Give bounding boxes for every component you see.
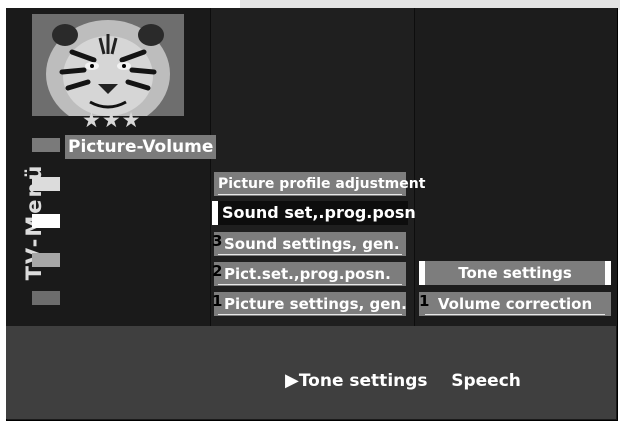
menu-item-label: Picture profile adjustment <box>218 176 426 192</box>
menu-item-underline <box>218 284 402 285</box>
volume-chip-1 <box>32 138 60 152</box>
submenu-item-volume-correction[interactable]: 1 Volume correction <box>419 292 611 316</box>
preview-thumbnail <box>32 14 184 116</box>
menu-item-label: Pict.set.,prog.posn. <box>224 265 391 283</box>
play-arrow-icon: ▶ <box>285 370 299 391</box>
menu-item-sound-set-prog-posn[interactable]: Sound set,.prog.posn <box>212 201 416 225</box>
menu-item-underline <box>218 194 402 195</box>
volume-chip-2 <box>32 177 60 191</box>
menu-item-pict-set-prog-posn[interactable]: 2 Pict.set.,prog.posn. <box>212 262 406 286</box>
menu-item-label: Sound settings, gen. <box>224 235 400 253</box>
volume-chip-3 <box>32 214 60 228</box>
status-text: ▶Tone settings Speech <box>285 370 521 391</box>
status-next: Speech <box>451 371 521 391</box>
rating-stars: ★★★ <box>82 108 142 132</box>
submenu-item-label: Tone settings <box>458 264 572 282</box>
status-current: Tone settings <box>298 371 428 391</box>
submenu-item-underline <box>425 314 605 315</box>
menu-item-picture-profile[interactable]: Picture profile adjustment <box>214 172 425 196</box>
tv-screen: ★★★ TV-Menü Picture-Volume Picture profi… <box>0 0 620 425</box>
menu-item-number: 2 <box>212 262 223 280</box>
submenu-item-number: 1 <box>419 292 430 310</box>
menu-item-number: 1 <box>212 292 223 310</box>
volume-chip-5 <box>32 291 60 305</box>
menu-item-underline <box>218 254 402 255</box>
menu-item-sound-settings[interactable]: 3 Sound settings, gen. <box>212 232 406 256</box>
menu-item-underline <box>218 314 402 315</box>
submenu-item-tone-settings[interactable]: Tone settings <box>419 261 611 285</box>
menu-item-number: 3 <box>212 232 223 250</box>
submenu-item-label: Volume correction <box>437 295 593 313</box>
volume-chip-4 <box>32 253 60 267</box>
tiger-image <box>32 14 184 116</box>
menu-item-picture-settings[interactable]: 1 Picture settings, gen. <box>212 292 407 316</box>
picture-volume-label[interactable]: Picture-Volume <box>65 135 217 159</box>
menu-item-label: Sound set,.prog.posn <box>222 203 416 222</box>
menu-item-label: Picture settings, gen. <box>224 295 407 313</box>
